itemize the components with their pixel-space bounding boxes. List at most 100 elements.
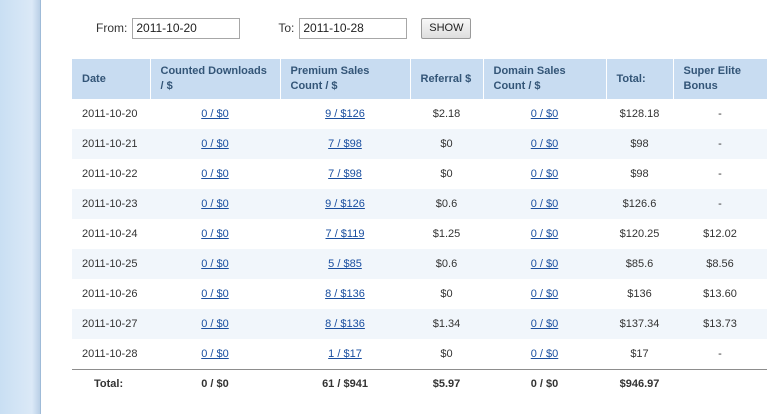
table-row: 2011-10-24 0 / $0 7 / $119 $1.25 0 / $0 $120.…: [72, 219, 767, 249]
domain-sales-cell: 0 / $0: [483, 249, 606, 279]
super-elite-bonus-cell: $12.02: [703, 228, 737, 240]
from-date-input[interactable]: [132, 17, 241, 39]
total-row-label: Total:: [72, 369, 150, 398]
super-elite-bonus-cell: -: [673, 189, 767, 219]
super-elite-bonus-cell: -: [718, 108, 722, 120]
downloads-cell: 0 / $0: [150, 339, 280, 370]
premium-sales-link[interactable]: 9 / $126: [325, 198, 365, 210]
show-button[interactable]: SHOW: [421, 17, 472, 39]
downloads-link[interactable]: 0 / $0: [201, 168, 229, 180]
table-body: 2011-10-20 0 / $0 9 / $126 $2.18 0 / $0 $128.…: [72, 99, 767, 370]
downloads-link[interactable]: 0 / $0: [201, 348, 229, 360]
total-grand-total: $946.97: [606, 369, 673, 398]
from-label: From:: [96, 21, 128, 35]
date-cell: 2011-10-21: [72, 129, 150, 159]
date-filter-bar: From: To: SHOW: [96, 17, 472, 39]
date-cell: 2011-10-27: [72, 309, 150, 339]
downloads-link[interactable]: 0 / $0: [201, 198, 229, 210]
table-row: 2011-10-26 0 / $0 8 / $136 $0 0 / $0 $136 $13.…: [72, 279, 767, 309]
domain-sales-link[interactable]: 0 / $0: [531, 258, 559, 270]
referral-cell: $0: [440, 348, 453, 360]
date-cell: 2011-10-24: [82, 228, 138, 240]
total-downloads: 0 / $0: [150, 369, 280, 398]
domain-sales-link[interactable]: 0 / $0: [531, 168, 559, 180]
date-cell: 2011-10-22: [82, 168, 138, 180]
total-cell: $136: [627, 288, 652, 300]
column-header-referral: Referral $: [410, 59, 484, 99]
date-cell: 2011-10-23: [72, 189, 150, 219]
date-cell: 2011-10-28: [82, 348, 138, 360]
column-header-super-elite-bonus: Super Elite Bonus: [673, 59, 767, 99]
domain-sales-cell: 0 / $0: [483, 219, 606, 249]
table-total-row: Total: 0 / $0 61 / $941 $5.97 0 / $0 $94…: [72, 369, 767, 398]
column-header-domain-sales: Domain Sales Count / $: [483, 59, 607, 99]
column-header-premium-sales: Premium Sales Count / $: [280, 59, 411, 99]
referral-cell: $1.34: [410, 309, 483, 339]
premium-sales-cell: 9 / $126: [280, 99, 410, 129]
downloads-cell: 0 / $0: [150, 309, 280, 339]
total-cell: $85.6: [606, 249, 673, 279]
column-header-counted-downloads: Counted Downloads / $: [150, 59, 281, 99]
table-row: 2011-10-20 0 / $0 9 / $126 $2.18 0 / $0 $128.…: [72, 99, 767, 129]
downloads-link[interactable]: 0 / $0: [201, 138, 229, 150]
total-cell: $120.25: [619, 228, 660, 240]
downloads-link[interactable]: 0 / $0: [201, 288, 229, 300]
premium-sales-cell: 9 / $126: [280, 189, 410, 219]
downloads-link[interactable]: 0 / $0: [201, 108, 229, 120]
total-cell: $137.34: [606, 309, 673, 339]
total-cell: $17: [630, 348, 649, 360]
downloads-link[interactable]: 0 / $0: [201, 318, 229, 330]
premium-sales-cell: 1 / $17: [280, 339, 410, 370]
total-cell: $98: [606, 129, 673, 159]
domain-sales-cell: 0 / $0: [483, 309, 606, 339]
domain-sales-link[interactable]: 0 / $0: [531, 228, 559, 240]
column-header-date: Date: [72, 59, 151, 99]
domain-sales-cell: 0 / $0: [483, 99, 606, 129]
sales-report-table: Date Counted Downloads / $ Premium Sales…: [72, 59, 767, 398]
total-domain-sales: 0 / $0: [483, 369, 606, 398]
domain-sales-cell: 0 / $0: [483, 339, 606, 370]
downloads-cell: 0 / $0: [150, 189, 280, 219]
domain-sales-link[interactable]: 0 / $0: [531, 348, 559, 360]
premium-sales-link[interactable]: 8 / $136: [325, 318, 365, 330]
total-super-elite-bonus: [673, 369, 767, 398]
referral-cell: $0: [440, 168, 453, 180]
domain-sales-link[interactable]: 0 / $0: [531, 288, 559, 300]
table-row: 2011-10-25 0 / $0 5 / $85 $0.6 0 / $0 $85.6 $8…: [72, 249, 767, 279]
premium-sales-link[interactable]: 1 / $17: [328, 348, 362, 360]
domain-sales-link[interactable]: 0 / $0: [531, 138, 559, 150]
left-sidebar-strip: [0, 0, 41, 414]
super-elite-bonus-cell: -: [673, 129, 767, 159]
referral-cell: $0.6: [410, 249, 483, 279]
premium-sales-cell: 8 / $136: [280, 309, 410, 339]
premium-sales-link[interactable]: 7 / $98: [328, 138, 362, 150]
super-elite-bonus-cell: $13.60: [703, 288, 737, 300]
domain-sales-link[interactable]: 0 / $0: [531, 318, 559, 330]
total-premium-sales: 61 / $941: [280, 369, 410, 398]
domain-sales-link[interactable]: 0 / $0: [531, 198, 559, 210]
domain-sales-link[interactable]: 0 / $0: [531, 108, 559, 120]
table-row: 2011-10-21 0 / $0 7 / $98 $0 0 / $0 $98-: [72, 129, 767, 159]
table-row: 2011-10-27 0 / $0 8 / $136 $1.34 0 / $0 $137.…: [72, 309, 767, 339]
premium-sales-cell: 5 / $85: [280, 249, 410, 279]
premium-sales-link[interactable]: 5 / $85: [328, 258, 362, 270]
super-elite-bonus-cell: $13.73: [673, 309, 767, 339]
total-cell: $98: [630, 168, 649, 180]
to-date-input[interactable]: [299, 17, 408, 39]
table-row: 2011-10-28 0 / $0 1 / $17 $0 0 / $0 $17 -: [72, 339, 767, 370]
super-elite-bonus-cell: -: [718, 348, 722, 360]
date-cell: 2011-10-26: [82, 288, 138, 300]
premium-sales-link[interactable]: 8 / $136: [325, 288, 365, 300]
premium-sales-link[interactable]: 9 / $126: [325, 108, 365, 120]
downloads-link[interactable]: 0 / $0: [201, 228, 229, 240]
date-cell: 2011-10-20: [82, 108, 138, 120]
column-header-total: Total:: [606, 59, 674, 99]
premium-sales-link[interactable]: 7 / $98: [328, 168, 362, 180]
total-cell: $126.6: [606, 189, 673, 219]
premium-sales-link[interactable]: 7 / $119: [326, 228, 365, 240]
domain-sales-cell: 0 / $0: [483, 159, 606, 189]
downloads-cell: 0 / $0: [150, 99, 280, 129]
super-elite-bonus-cell: $8.56: [673, 249, 767, 279]
downloads-link[interactable]: 0 / $0: [201, 258, 229, 270]
downloads-cell: 0 / $0: [150, 219, 280, 249]
